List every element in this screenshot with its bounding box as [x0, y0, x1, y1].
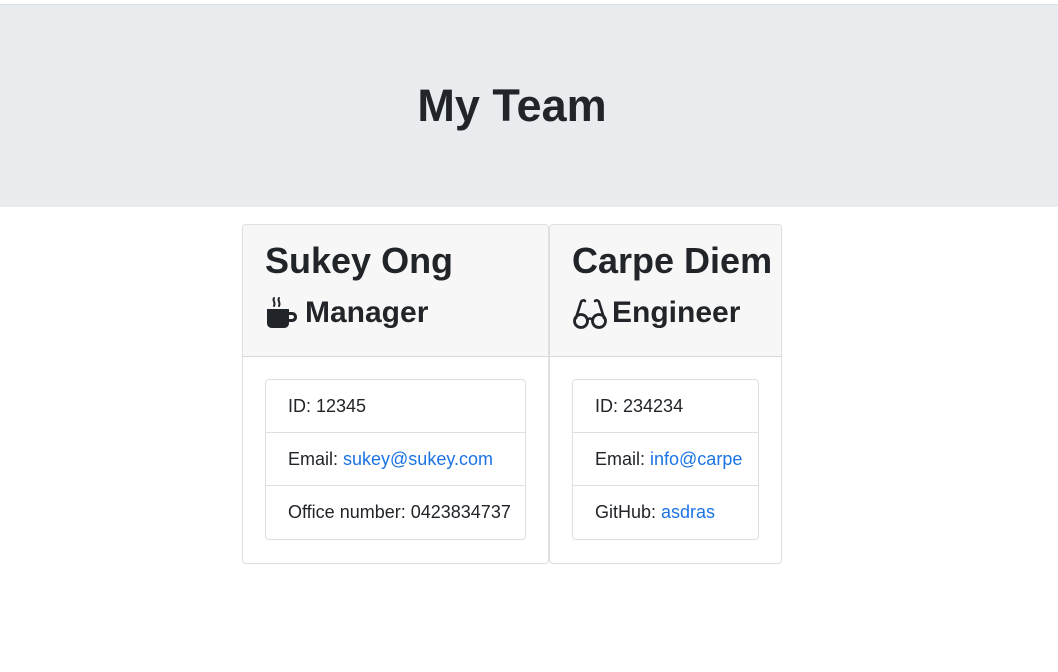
employee-role: Engineer: [572, 293, 740, 333]
list-item-github: GitHub: asdras: [595, 502, 716, 522]
employee-card-manager: Sukey Ong Manager ID: 12345 Email: sukey…: [242, 224, 549, 564]
email-link[interactable]: info@carpe: [650, 449, 742, 469]
office-number: 0423834737: [410, 502, 511, 522]
role-label: Manager: [305, 296, 429, 329]
role-label: Engineer: [612, 296, 741, 329]
list-item-email: Email: info@carpe: [573, 433, 758, 486]
employee-id: 234234: [623, 396, 684, 416]
github-link[interactable]: asdras: [661, 502, 715, 522]
employee-card-engineer: Carpe Diem Engineer ID: 234234 Email: in…: [549, 224, 782, 564]
email-link[interactable]: sukey@sukey.com: [343, 449, 493, 469]
glasses-icon: [572, 296, 607, 330]
card-header: Sukey Ong Manager: [243, 225, 548, 357]
employee-details-list: ID: 234234 Email: info@carpe GitHub: asd…: [572, 379, 759, 540]
employee-name: Sukey Ong: [265, 240, 454, 281]
employee-role: Manager: [265, 293, 428, 333]
card-header: Carpe Diem Engineer: [550, 225, 781, 357]
list-item-id: ID: 234234: [573, 380, 758, 433]
list-item-email: Email: sukey@sukey.com: [266, 433, 525, 486]
employee-id: 12345: [316, 396, 367, 416]
page-header: My Team: [0, 4, 1058, 207]
list-item-office-number: Office number: 0423834737: [288, 502, 511, 522]
employee-details-list: ID: 12345 Email: sukey@sukey.com Office …: [265, 379, 526, 540]
list-item-id: ID: 12345: [266, 380, 525, 433]
coffee-mug-icon: [265, 296, 299, 330]
page-title: My Team: [417, 80, 607, 131]
employee-name: Carpe Diem: [572, 240, 773, 281]
